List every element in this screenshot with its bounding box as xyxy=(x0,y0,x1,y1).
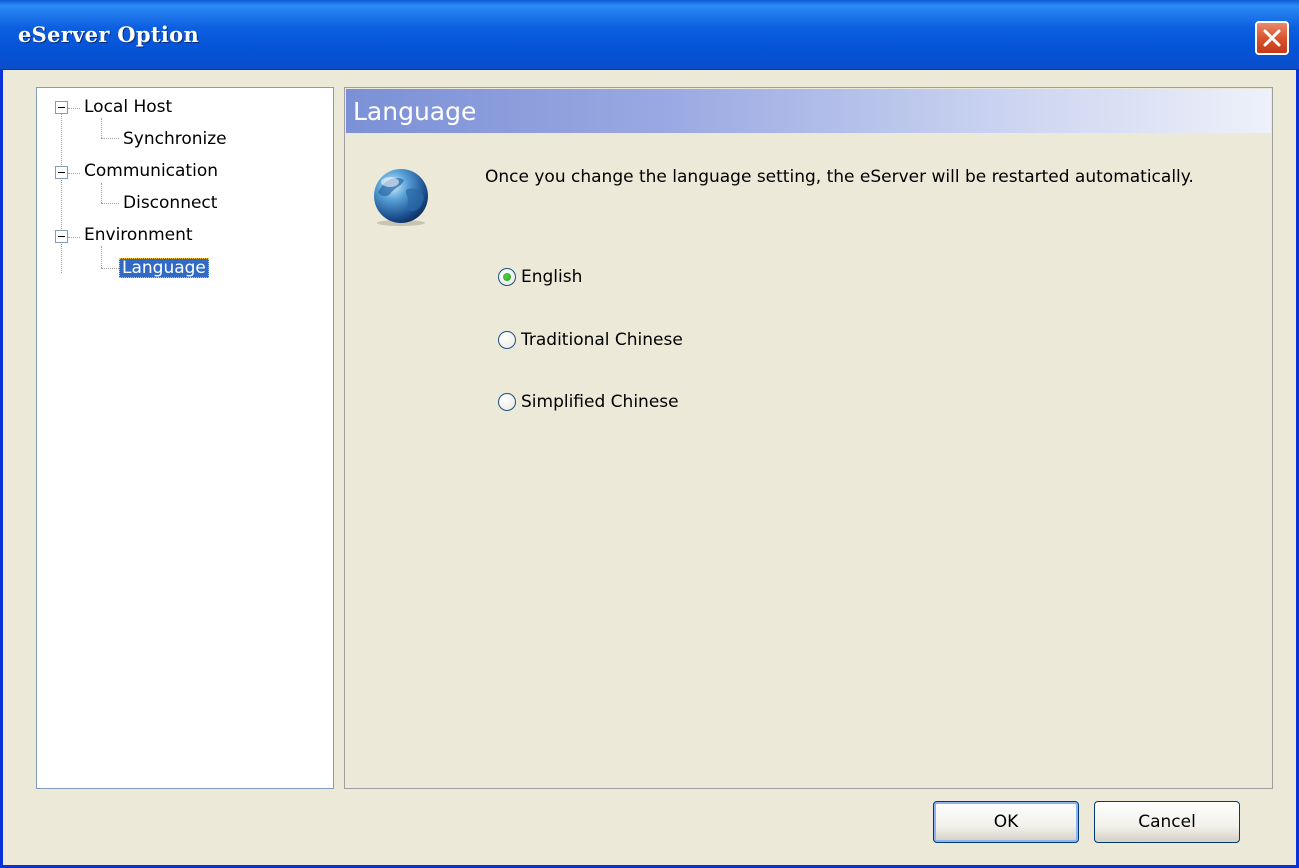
close-icon xyxy=(1263,29,1281,47)
globe-icon xyxy=(374,169,428,226)
collapse-toggle-icon[interactable] xyxy=(55,230,68,243)
radio-unchecked-icon[interactable] xyxy=(498,393,516,411)
panel-header: Language xyxy=(346,89,1271,133)
tree-item-language[interactable]: Language xyxy=(119,254,209,282)
ok-button[interactable]: OK xyxy=(933,801,1079,843)
tree-item-label: Synchronize xyxy=(123,129,227,149)
radio-label: Traditional Chinese xyxy=(521,330,683,350)
radio-unchecked-icon[interactable] xyxy=(498,331,516,349)
radio-label: English xyxy=(521,267,583,287)
close-button[interactable] xyxy=(1255,21,1289,55)
tree-connector xyxy=(101,118,102,138)
tree-connector xyxy=(101,268,119,269)
restart-notice: Once you change the language setting, th… xyxy=(485,167,1194,187)
radio-traditional-chinese[interactable]: Traditional Chinese xyxy=(498,328,683,352)
radio-checked-icon[interactable] xyxy=(498,268,516,286)
radio-simplified-chinese[interactable]: Simplified Chinese xyxy=(498,390,679,414)
tree-item-communication[interactable]: Communication xyxy=(84,157,218,185)
tree-connector xyxy=(101,203,119,204)
settings-tree[interactable]: Local Host Synchronize Communication Dis… xyxy=(36,87,334,789)
tree-item-label: Language xyxy=(119,258,209,278)
collapse-toggle-icon[interactable] xyxy=(55,101,68,114)
tree-connector xyxy=(101,246,102,268)
tree-connector xyxy=(68,237,80,238)
tree-item-label: Communication xyxy=(84,161,218,181)
tree-item-label: Local Host xyxy=(84,97,173,117)
tree-item-local-host[interactable]: Local Host xyxy=(84,93,172,121)
radio-label: Simplified Chinese xyxy=(521,392,679,412)
tree-connector xyxy=(61,113,62,273)
cancel-button-label: Cancel xyxy=(1138,812,1196,832)
tree-item-label: Disconnect xyxy=(123,193,218,213)
language-panel: Language Once you change the language se… xyxy=(344,87,1273,789)
tree-connector xyxy=(101,183,102,203)
tree-item-disconnect[interactable]: Disconnect xyxy=(123,189,217,217)
tree-item-environment[interactable]: Environment xyxy=(84,221,193,249)
tree-connector xyxy=(68,108,80,109)
tree-item-synchronize[interactable]: Synchronize xyxy=(123,125,227,153)
cancel-button[interactable]: Cancel xyxy=(1094,801,1240,843)
dialog-window: eServer Option Local Host Synchronize Co… xyxy=(0,0,1299,868)
title-bar[interactable]: eServer Option xyxy=(0,0,1299,70)
ok-button-label: OK xyxy=(993,812,1019,832)
collapse-toggle-icon[interactable] xyxy=(55,166,68,179)
window-title: eServer Option xyxy=(18,22,200,47)
radio-english[interactable]: English xyxy=(498,265,582,289)
panel-title: Language xyxy=(353,97,477,126)
tree-item-label: Environment xyxy=(84,225,193,245)
tree-connector xyxy=(68,173,80,174)
tree-connector xyxy=(101,138,119,139)
